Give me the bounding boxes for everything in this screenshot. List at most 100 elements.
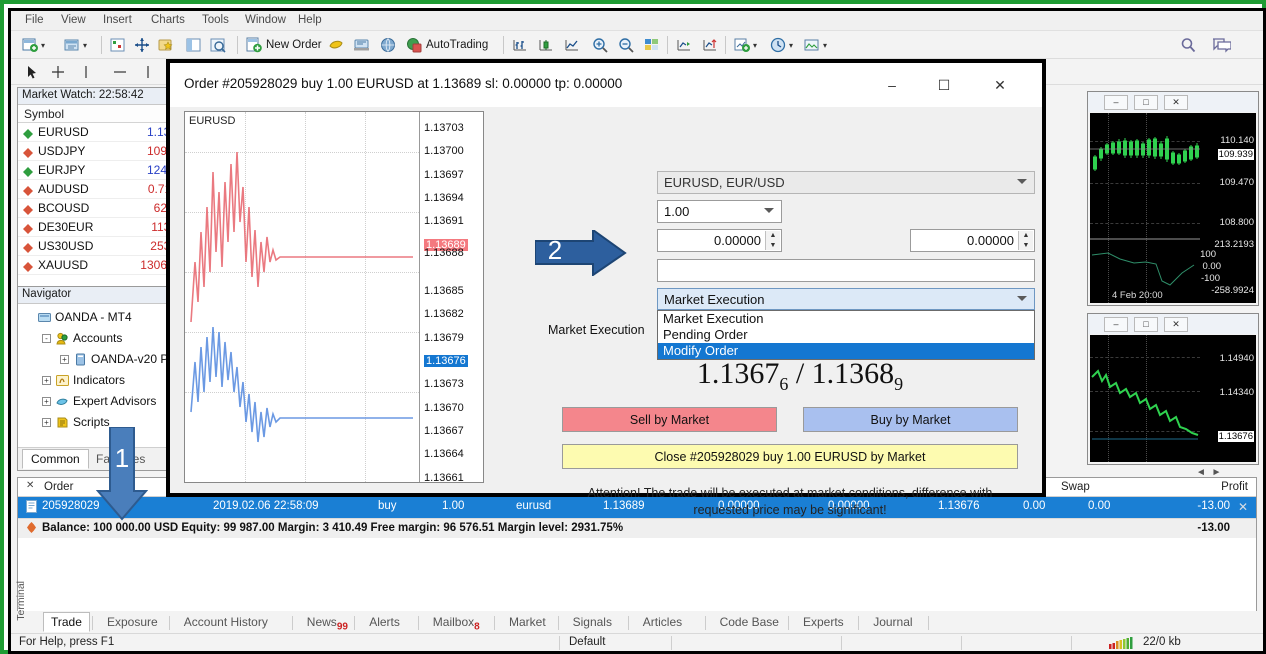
chart-canvas-usdjpy[interactable]: 110.140 109.939 109.470 108.800 213.2193… bbox=[1090, 113, 1256, 303]
volume-select[interactable]: 1.00 bbox=[657, 200, 782, 223]
new-chart-button[interactable]: ▾ bbox=[21, 35, 45, 55]
cursor-tool[interactable] bbox=[23, 63, 41, 81]
dialog-maximize-button[interactable]: ☐ bbox=[924, 71, 964, 99]
chart-canvas-eurusd[interactable]: 1.14940 1.14340 1.13676 bbox=[1090, 335, 1256, 462]
terminal-tab-market[interactable]: Market bbox=[502, 613, 553, 631]
dialog-minimize-button[interactable]: – bbox=[872, 71, 912, 99]
market-watch-row[interactable]: XAUUSD 1306.7 bbox=[18, 256, 181, 275]
symbol-select[interactable]: EURUSD, EUR/USD bbox=[657, 171, 1035, 194]
chevron-down-icon[interactable] bbox=[1017, 179, 1027, 184]
market-watch-row[interactable]: EURUSD 1.136 bbox=[18, 123, 181, 142]
autotrading-button[interactable]: AutoTrading bbox=[405, 35, 488, 55]
zoom-in-button[interactable] bbox=[591, 35, 609, 55]
auto-scroll-button[interactable] bbox=[701, 35, 719, 55]
menu-item-file[interactable]: File bbox=[19, 13, 50, 27]
crosshair-tool[interactable] bbox=[49, 63, 67, 81]
tab-common[interactable]: Common bbox=[22, 449, 89, 469]
new-order-button[interactable]: New Order bbox=[245, 35, 322, 55]
comment-input[interactable] bbox=[657, 259, 1035, 282]
terminal-tab-signals[interactable]: Signals bbox=[566, 613, 619, 631]
bar-chart-button[interactable] bbox=[511, 35, 529, 55]
chart2-maximize-button[interactable]: □ bbox=[1134, 317, 1158, 332]
chart-shift-button[interactable] bbox=[675, 35, 693, 55]
timeframe-button[interactable]: ▾ bbox=[769, 35, 793, 55]
timeframe-dropdown-caret[interactable]: ▾ bbox=[789, 41, 793, 50]
templates-dropdown-caret[interactable]: ▾ bbox=[823, 41, 827, 50]
market-watch-button[interactable] bbox=[109, 35, 127, 55]
search-button[interactable] bbox=[1179, 35, 1197, 55]
indicators-dropdown-caret[interactable]: ▾ bbox=[753, 41, 757, 50]
chat-button[interactable] bbox=[1211, 35, 1232, 55]
profiles-dropdown-caret[interactable]: ▾ bbox=[83, 41, 87, 50]
type-dropdown-list[interactable]: Market Execution Pending Order Modify Orde… bbox=[657, 310, 1035, 360]
terminal-tab-mailbox[interactable]: Mailbox8 bbox=[426, 613, 487, 634]
terminal-tab-alerts[interactable]: Alerts bbox=[362, 613, 407, 631]
menu-item-charts[interactable]: Charts bbox=[145, 13, 191, 27]
dialog-close-button[interactable]: ✕ bbox=[980, 71, 1020, 99]
strategy-tester-button[interactable] bbox=[379, 35, 397, 55]
menu-item-help[interactable]: Help bbox=[292, 13, 328, 27]
menu-item-tools[interactable]: Tools bbox=[196, 13, 235, 27]
navigator-item[interactable]: + Indicators bbox=[18, 370, 181, 391]
buy-by-market-button[interactable]: Buy by Market bbox=[803, 407, 1018, 432]
new-chart-dropdown-caret[interactable]: ▾ bbox=[41, 41, 45, 50]
sell-by-market-button[interactable]: Sell by Market bbox=[562, 407, 777, 432]
terminal-tab-trade[interactable]: Trade bbox=[43, 612, 90, 632]
menu-item-window[interactable]: Window bbox=[239, 13, 292, 27]
chart-close-button[interactable]: ✕ bbox=[1164, 95, 1188, 110]
chart2-minimize-button[interactable]: – bbox=[1104, 317, 1128, 332]
terminal-close-icon[interactable]: ✕ bbox=[26, 480, 34, 491]
terminal-tab-articles[interactable]: Articles bbox=[636, 613, 689, 631]
terminal-tab-news[interactable]: News99 bbox=[300, 613, 355, 634]
market-watch-row[interactable]: US30USD 2532 bbox=[18, 237, 181, 256]
navigator-item[interactable]: - Accounts bbox=[18, 328, 181, 349]
zoom-out-button[interactable] bbox=[617, 35, 635, 55]
type-chevron-down-icon[interactable] bbox=[1017, 296, 1027, 301]
type-option[interactable]: Pending Order bbox=[658, 327, 1034, 343]
navigator-item[interactable]: + Expert Advisors bbox=[18, 391, 181, 412]
vertical-line-tool-2[interactable] bbox=[139, 63, 157, 81]
market-watch-row[interactable]: BCOUSD62.6 bbox=[18, 199, 181, 218]
type-option[interactable]: Market Execution bbox=[658, 311, 1034, 327]
menu-item-view[interactable]: View bbox=[55, 13, 92, 27]
tree-expander-icon[interactable]: - bbox=[42, 334, 51, 343]
tree-expander-icon[interactable]: + bbox=[42, 397, 51, 406]
col-order[interactable]: Order bbox=[44, 481, 73, 493]
stop-loss-input[interactable]: 0.00000 ▲ ▼ bbox=[657, 229, 782, 252]
crosshair-button[interactable] bbox=[133, 35, 151, 55]
tree-expander-icon[interactable]: + bbox=[60, 355, 69, 364]
data-window-button[interactable] bbox=[209, 35, 227, 55]
col-swap[interactable]: Swap bbox=[1061, 481, 1090, 493]
terminal-tab-experts[interactable]: Experts bbox=[796, 613, 851, 631]
expert-advisors-toolbar-button[interactable] bbox=[327, 35, 345, 55]
profiles-button[interactable]: ▾ bbox=[63, 35, 87, 55]
close-order-button[interactable]: Close #205928029 buy 1.00 EURUSD by Mark… bbox=[562, 444, 1018, 469]
tile-windows-button[interactable] bbox=[643, 35, 661, 55]
market-watch-row[interactable]: AUDUSD 0.711 bbox=[18, 180, 181, 199]
navigator-item[interactable]: OANDA - MT4 bbox=[18, 307, 181, 328]
line-chart-button[interactable] bbox=[563, 35, 581, 55]
menu-item-insert[interactable]: Insert bbox=[97, 13, 138, 27]
take-profit-input[interactable]: 0.00000 ▲ ▼ bbox=[910, 229, 1035, 252]
chart2-close-button[interactable]: ✕ bbox=[1164, 317, 1188, 332]
indicators-toolbar-button[interactable]: ▾ bbox=[733, 35, 757, 55]
chart-maximize-button[interactable]: □ bbox=[1134, 95, 1158, 110]
market-watch-row[interactable]: EURJPY 124.9 bbox=[18, 161, 181, 180]
tree-expander-icon[interactable]: + bbox=[42, 418, 51, 427]
close-order-icon[interactable]: ✕ bbox=[1238, 500, 1248, 514]
type-select[interactable]: Market Execution bbox=[657, 288, 1035, 310]
terminal-tab-account-history[interactable]: Account History bbox=[177, 613, 275, 631]
terminal-tab-journal[interactable]: Journal bbox=[866, 613, 919, 631]
col-profit[interactable]: Profit bbox=[1221, 481, 1248, 493]
horizontal-line-tool[interactable] bbox=[111, 63, 129, 81]
market-watch-row[interactable]: DE30EUR 1130 bbox=[18, 218, 181, 237]
navigator-button[interactable] bbox=[185, 35, 203, 55]
favorites-button[interactable] bbox=[157, 35, 175, 55]
tree-expander-icon[interactable]: + bbox=[42, 376, 51, 385]
terminal-tab-exposure[interactable]: Exposure bbox=[100, 613, 165, 631]
take-profit-stepper[interactable]: ▲ ▼ bbox=[1018, 231, 1033, 250]
stop-loss-stepper[interactable]: ▲ ▼ bbox=[765, 231, 780, 250]
vertical-line-tool[interactable] bbox=[77, 63, 95, 81]
candlestick-chart-button[interactable] bbox=[537, 35, 555, 55]
chart-minimize-button[interactable]: – bbox=[1104, 95, 1128, 110]
